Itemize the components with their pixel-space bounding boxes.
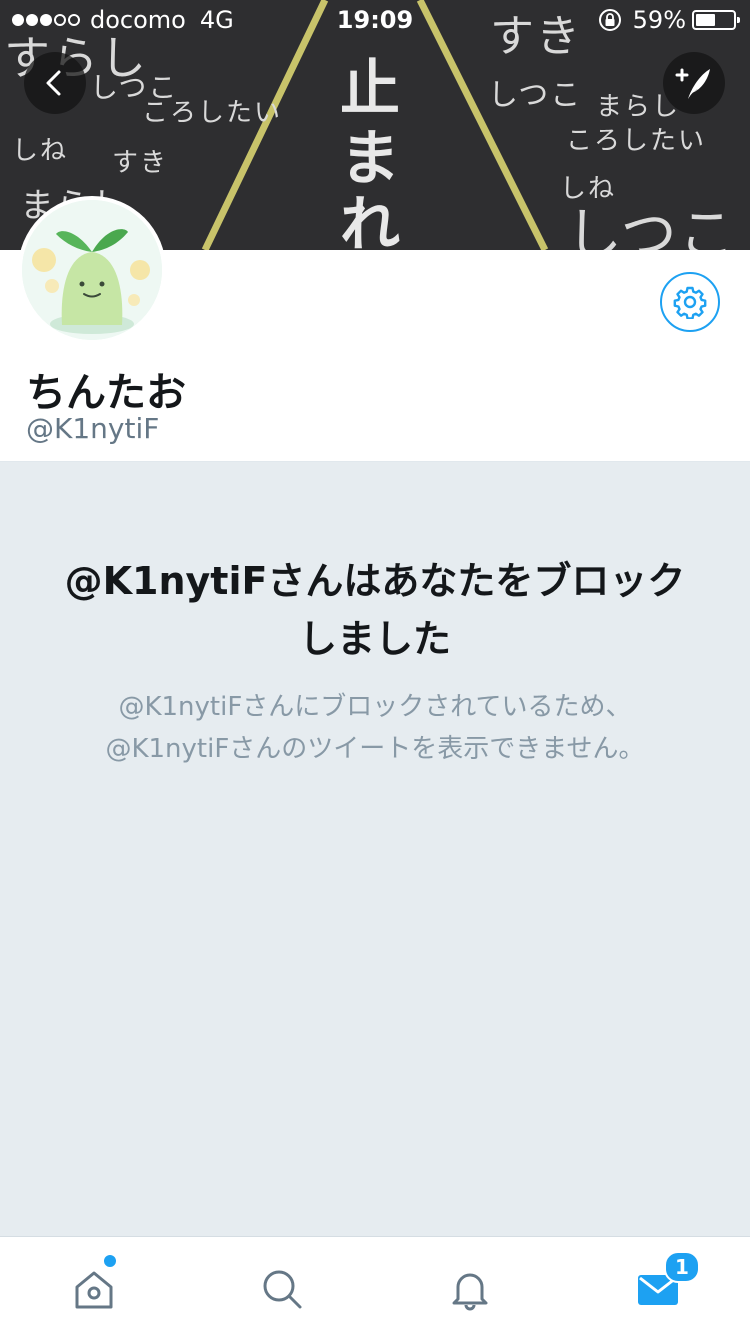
- search-icon: [263, 1270, 302, 1309]
- notifications-bell-icon: [452, 1273, 488, 1311]
- profile-screen-name: @K1nytiF: [26, 412, 160, 445]
- banner-scribble: しつこ: [566, 203, 737, 250]
- blocked-description-line-2: @K1nytiFさんのツイートを表示できません。: [105, 734, 645, 764]
- status-bar: docomo 4G 19:09 59%: [0, 0, 750, 40]
- home-icon: [75, 1271, 113, 1309]
- status-right: 59%: [597, 6, 740, 34]
- tab-home[interactable]: [66, 1253, 122, 1317]
- battery-icon: [692, 10, 740, 30]
- sign-char-3: れ: [340, 190, 402, 250]
- lock-rotation-icon: [598, 9, 621, 31]
- blocked-description-line-1: @K1nytiFさんにブロックされているため、: [118, 692, 632, 722]
- tab-notifications[interactable]: [442, 1261, 498, 1317]
- profile-display-name: ちんたお: [26, 370, 186, 416]
- compose-tweet-icon: [675, 68, 710, 99]
- back-button[interactable]: [24, 52, 86, 114]
- home-new-indicator: [102, 1253, 118, 1269]
- tab-messages[interactable]: 1: [630, 1251, 700, 1317]
- compose-tweet-button[interactable]: [663, 52, 725, 114]
- banner-scribble: ころしたい: [142, 98, 283, 128]
- bottom-tab-bar: 1: [0, 1236, 750, 1335]
- back-arrow-icon: [46, 70, 61, 96]
- banner-scribble: しつこ: [488, 78, 583, 113]
- blocked-description: @K1nytiFさんにブロックされているため、 @K1nytiFさんのツイートを…: [40, 686, 710, 770]
- avatar-sprout-image: [22, 200, 162, 340]
- avatar[interactable]: [18, 196, 166, 344]
- banner-scribble: すき: [112, 148, 169, 178]
- banner-scribble: ころしたい: [566, 126, 707, 156]
- gear-icon: [673, 286, 707, 319]
- tab-search[interactable]: [254, 1261, 310, 1317]
- blocked-title: @K1nytiFさんはあなたをブロックしました: [64, 559, 686, 661]
- messages-badge: 1: [664, 1251, 700, 1283]
- banner-scribble: しね: [12, 136, 69, 166]
- settings-button[interactable]: [660, 272, 720, 332]
- battery-percent: 59%: [632, 6, 686, 34]
